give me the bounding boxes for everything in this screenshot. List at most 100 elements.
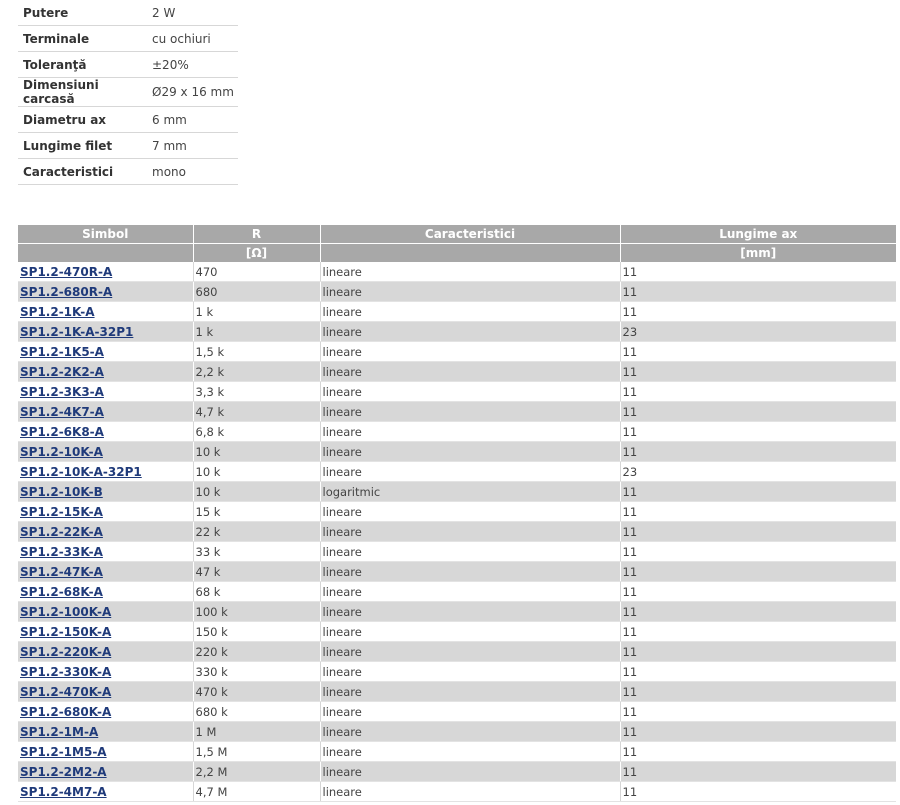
symbol-cell: SP1.2-4K7-A [18, 401, 194, 422]
shaft-length-cell: 11 [620, 701, 896, 722]
symbol-cell: SP1.2-1K-A [18, 301, 194, 322]
spec-value: cu ochiuri [147, 25, 238, 52]
resistance-cell: 330 k [193, 661, 321, 682]
col-header-shaft-length: Lungime ax [620, 225, 896, 244]
shaft-length-cell: 11 [620, 541, 896, 562]
col-header-resistance: R [193, 225, 321, 244]
product-link[interactable]: SP1.2-1K-A-32P1 [20, 325, 133, 339]
product-link[interactable]: SP1.2-47K-A [20, 565, 103, 579]
resistance-cell: 6,8 k [193, 421, 321, 442]
product-link[interactable]: SP1.2-10K-A [20, 445, 103, 459]
table-row: SP1.2-4K7-A 4,7 k lineare 11 [18, 401, 896, 422]
symbol-cell: SP1.2-1M-A [18, 721, 194, 742]
product-link[interactable]: SP1.2-470R-A [20, 265, 112, 279]
table-row: SP1.2-1K-A 1 k lineare 11 [18, 301, 896, 322]
unit-characteristic [320, 243, 621, 262]
shaft-length-cell: 11 [620, 621, 896, 642]
table-row: SP1.2-150K-A 150 k lineare 11 [18, 621, 896, 642]
product-link[interactable]: SP1.2-68K-A [20, 585, 103, 599]
product-link[interactable]: SP1.2-150K-A [20, 625, 111, 639]
spec-row: Terminale cu ochiuri [18, 25, 238, 52]
table-row: SP1.2-2M2-A 2,2 Mlineare 11 [18, 761, 896, 782]
product-link[interactable]: SP1.2-3K3-A [20, 385, 104, 399]
product-link[interactable]: SP1.2-4K7-A [20, 405, 104, 419]
product-link[interactable]: SP1.2-1K-A [20, 305, 95, 319]
spec-row: Lungime filet 7 mm [18, 132, 238, 159]
table-row: SP1.2-330K-A 330 k lineare 11 [18, 661, 896, 682]
product-link[interactable]: SP1.2-22K-A [20, 525, 103, 539]
product-link[interactable]: SP1.2-100K-A [20, 605, 111, 619]
product-table: Simbol R Caracteristici Lungime ax [Ω] [… [18, 225, 896, 802]
table-row: SP1.2-470R-A 470 lineare 11 [18, 262, 896, 282]
product-link[interactable]: SP1.2-2M2-A [20, 765, 107, 779]
unit-resistance: [Ω] [193, 243, 321, 262]
spec-label: Caracteristici [18, 158, 147, 185]
resistance-cell: 470 [193, 262, 321, 282]
resistance-cell: 680 k [193, 701, 321, 722]
shaft-length-cell: 11 [620, 361, 896, 382]
spec-row: Putere 2 W [18, 0, 238, 26]
resistance-cell: 10 k [193, 481, 321, 502]
table-row: SP1.2-2K2-A 2,2 k lineare 11 [18, 361, 896, 382]
symbol-cell: SP1.2-2K2-A [18, 361, 194, 382]
spec-label: Toleranţă [18, 51, 147, 78]
spec-value: 2 W [147, 0, 238, 26]
symbol-cell: SP1.2-100K-A [18, 601, 194, 622]
product-link[interactable]: SP1.2-1M-A [20, 725, 98, 739]
symbol-cell: SP1.2-10K-A-32P1 [18, 461, 194, 482]
product-link[interactable]: SP1.2-6K8-A [20, 425, 104, 439]
shaft-length-cell: 11 [620, 381, 896, 402]
product-link[interactable]: SP1.2-470K-A [20, 685, 111, 699]
characteristic-cell: lineare [320, 541, 621, 562]
table-row: SP1.2-10K-A 10 k lineare 11 [18, 441, 896, 462]
product-link[interactable]: SP1.2-1K5-A [20, 345, 104, 359]
characteristic-cell: lineare [320, 601, 621, 622]
symbol-cell: SP1.2-470R-A [18, 262, 194, 282]
characteristic-cell: lineare [320, 641, 621, 662]
product-link[interactable]: SP1.2-33K-A [20, 545, 103, 559]
shaft-length-cell: 11 [620, 421, 896, 442]
spec-label: Lungime filet [18, 132, 147, 159]
product-link[interactable]: SP1.2-330K-A [20, 665, 111, 679]
table-row: SP1.2-1K-A-32P1 1 k lineare 23 [18, 321, 896, 342]
characteristic-cell: lineare [320, 701, 621, 722]
shaft-length-cell: 23 [620, 321, 896, 342]
table-row: SP1.2-68K-A 68 k lineare 11 [18, 581, 896, 602]
characteristic-cell: lineare [320, 262, 621, 282]
product-link[interactable]: SP1.2-680R-A [20, 285, 112, 299]
table-row: SP1.2-3K3-A 3,3 k lineare 11 [18, 381, 896, 402]
symbol-cell: SP1.2-3K3-A [18, 381, 194, 402]
unit-shaft-length: [mm] [620, 243, 896, 262]
product-link[interactable]: SP1.2-220K-A [20, 645, 111, 659]
product-link[interactable]: SP1.2-2K2-A [20, 365, 104, 379]
resistance-cell: 4,7 k [193, 401, 321, 422]
shaft-length-cell: 11 [620, 481, 896, 502]
characteristic-cell: lineare [320, 761, 621, 782]
table-row: SP1.2-47K-A 47 k lineare 11 [18, 561, 896, 582]
product-link[interactable]: SP1.2-4M7-A [20, 785, 107, 799]
shaft-length-cell: 11 [620, 741, 896, 762]
table-row: SP1.2-100K-A 100 k lineare 11 [18, 601, 896, 622]
characteristic-cell: lineare [320, 341, 621, 362]
resistance-cell: 2,2 k [193, 361, 321, 382]
symbol-cell: SP1.2-4M7-A [18, 781, 194, 802]
characteristic-cell: lineare [320, 381, 621, 402]
table-row: SP1.2-4M7-A 4,7 Mlineare 11 [18, 781, 896, 802]
table-row: SP1.2-15K-A 15 k lineare 11 [18, 501, 896, 522]
product-link[interactable]: SP1.2-10K-B [20, 485, 103, 499]
spec-row: Dimensiuni carcasă Ø29 x 16 mm [18, 77, 238, 107]
characteristic-cell: lineare [320, 681, 621, 702]
resistance-cell: 1,5 M [193, 741, 321, 762]
characteristic-cell: lineare [320, 721, 621, 742]
product-link[interactable]: SP1.2-1M5-A [20, 745, 107, 759]
shaft-length-cell: 11 [620, 401, 896, 422]
product-link[interactable]: SP1.2-680K-A [20, 705, 111, 719]
symbol-cell: SP1.2-1K-A-32P1 [18, 321, 194, 342]
symbol-cell: SP1.2-33K-A [18, 541, 194, 562]
symbol-cell: SP1.2-47K-A [18, 561, 194, 582]
symbol-cell: SP1.2-330K-A [18, 661, 194, 682]
symbol-cell: SP1.2-470K-A [18, 681, 194, 702]
product-link[interactable]: SP1.2-10K-A-32P1 [20, 465, 142, 479]
product-link[interactable]: SP1.2-15K-A [20, 505, 103, 519]
characteristic-cell: lineare [320, 741, 621, 762]
